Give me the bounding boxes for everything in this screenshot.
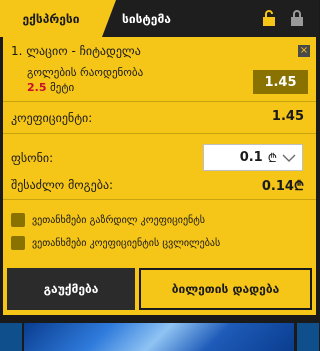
stake-value[interactable]: 0.1 bbox=[240, 150, 263, 165]
chevron-down-icon[interactable] bbox=[282, 148, 296, 167]
divider bbox=[3, 101, 316, 102]
lari-icon: ₾ bbox=[267, 151, 277, 165]
tab-express[interactable]: ექსპრესი bbox=[0, 0, 116, 37]
checkbox[interactable] bbox=[11, 213, 25, 227]
possible-win-label: შესაძლო მოგება: bbox=[11, 178, 114, 192]
banner-edge bbox=[297, 323, 319, 351]
selection: 2.5 მეტი bbox=[27, 81, 74, 94]
tab-express-label: ექსპრესი bbox=[22, 11, 80, 26]
market-name: გოლების რაოდენობა bbox=[27, 66, 144, 79]
divider bbox=[3, 133, 316, 134]
coefficient-label: კოეფიციენტი: bbox=[11, 111, 93, 125]
possible-win-value: 0.14₾ bbox=[261, 179, 304, 194]
match-title: 1. ლაციო - ჩიტადელა bbox=[11, 44, 141, 58]
checkbox[interactable] bbox=[11, 236, 25, 250]
selection-value: 2.5 bbox=[27, 81, 47, 94]
action-bar: გაუქმება ბილეთის დადება bbox=[3, 263, 316, 315]
place-bet-button[interactable]: ბილეთის დადება bbox=[139, 268, 312, 310]
promo-banner[interactable] bbox=[0, 315, 319, 351]
unlock-icon[interactable] bbox=[261, 10, 277, 26]
lock-icon[interactable] bbox=[289, 10, 305, 26]
option-accept-increased[interactable]: ვეთანხმები გაზრდილ კოეფიციენტს bbox=[11, 213, 205, 227]
tab-system-label: სისტემა bbox=[122, 11, 171, 26]
selection-label: მეტი bbox=[50, 81, 75, 94]
banner-image[interactable] bbox=[24, 323, 294, 351]
odds-value: 1.45 bbox=[253, 70, 308, 94]
stake-input[interactable]: 0.1 ₾ bbox=[203, 144, 303, 171]
betslip-tabs: ექსპრესი სისტემა bbox=[0, 0, 319, 37]
tab-system[interactable]: სისტემა bbox=[122, 0, 171, 37]
option-accept-changes[interactable]: ვეთანხმები კოეფიციენტის ცვლილებას bbox=[11, 236, 220, 250]
coefficient-value: 1.45 bbox=[271, 109, 304, 124]
checkbox-label: ვეთანხმები გაზრდილ კოეფიციენტს bbox=[32, 214, 206, 226]
cancel-button[interactable]: გაუქმება bbox=[7, 268, 135, 310]
tab-icons bbox=[261, 10, 305, 26]
bet-selection: 1. ლაციო - ჩიტადელა გოლების რაოდენობა 2.… bbox=[3, 37, 316, 101]
divider bbox=[3, 199, 316, 200]
banner-edge bbox=[0, 323, 22, 351]
close-icon[interactable]: × bbox=[298, 45, 310, 57]
stake-label: ფსონი: bbox=[11, 151, 54, 165]
checkbox-label: ვეთანხმები კოეფიციენტის ცვლილებას bbox=[32, 237, 221, 249]
betslip-panel: 1. ლაციო - ჩიტადელა გოლების რაოდენობა 2.… bbox=[3, 37, 316, 263]
